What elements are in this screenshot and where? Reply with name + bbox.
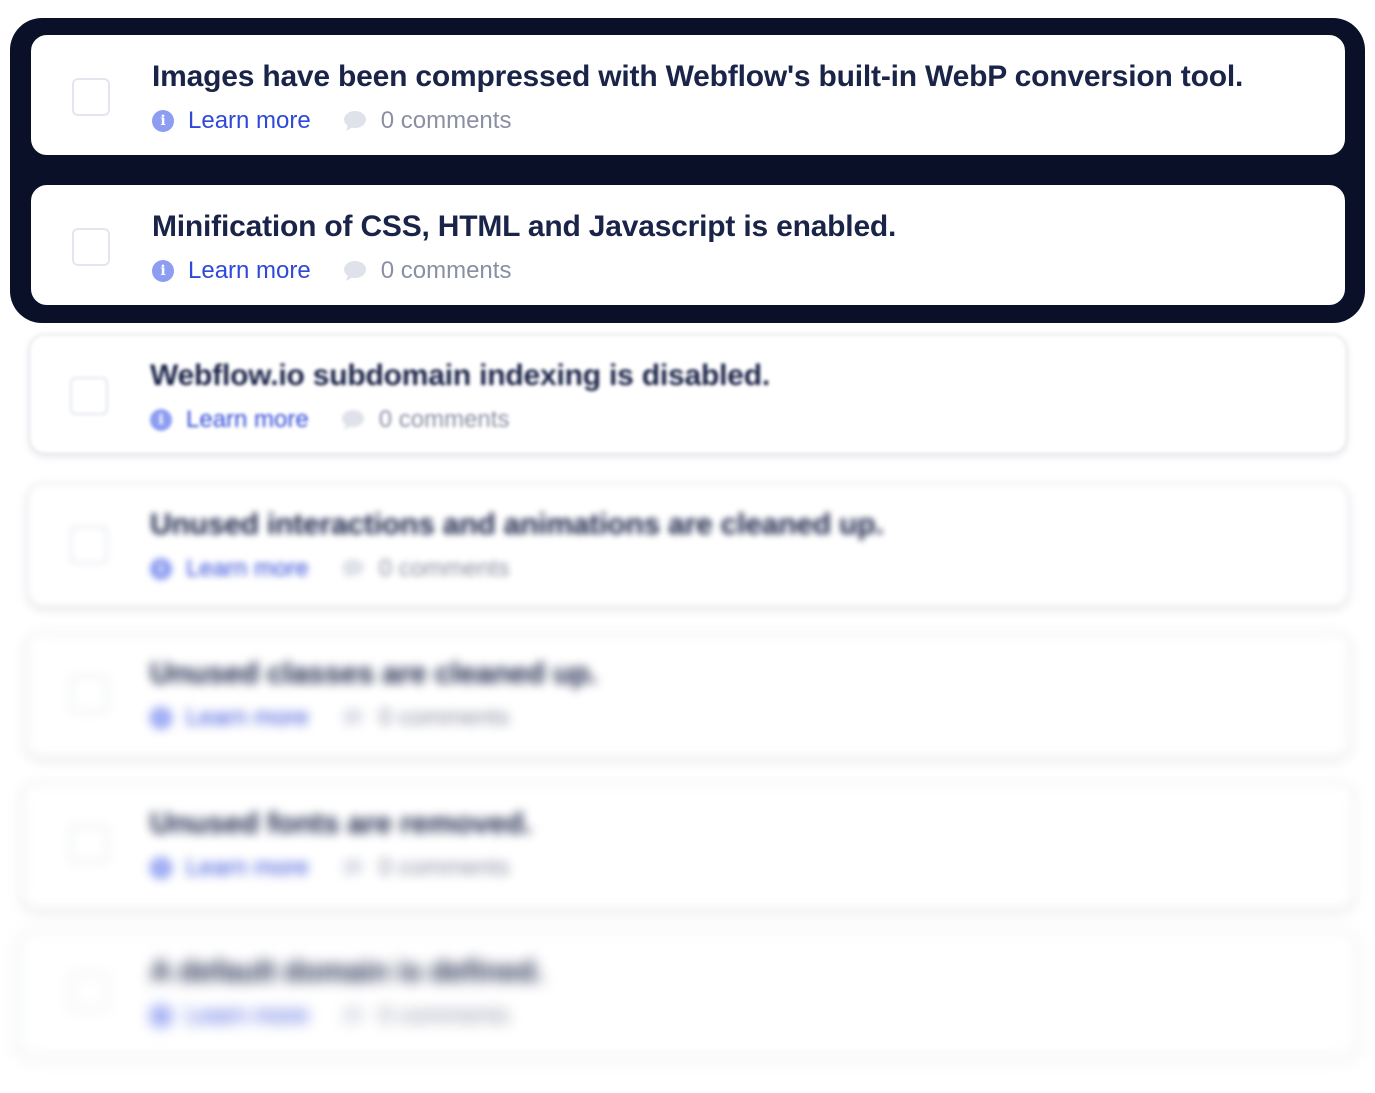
- item-title: Unused fonts are removed.: [150, 807, 532, 840]
- comment-bubble-icon[interactable]: [343, 110, 367, 132]
- comments-count[interactable]: 0 comments: [379, 1002, 510, 1030]
- info-icon: i: [150, 558, 172, 580]
- learn-more-link[interactable]: Learn more: [188, 107, 311, 135]
- item-meta: i Learn more 0 comments: [150, 554, 509, 584]
- learn-more-link[interactable]: Learn more: [186, 704, 309, 732]
- comment-bubble-icon[interactable]: [341, 558, 365, 580]
- info-icon: i: [152, 110, 174, 132]
- item-title: Webflow.io subdomain indexing is disable…: [150, 359, 770, 392]
- checklist-item: Webflow.io subdomain indexing is disable…: [29, 334, 1347, 454]
- learn-more-link[interactable]: Learn more: [186, 555, 309, 583]
- comment-bubble-icon[interactable]: [341, 1005, 365, 1027]
- checklist-item: Minification of CSS, HTML and Javascript…: [31, 185, 1345, 305]
- comment-bubble-icon[interactable]: [341, 409, 365, 431]
- item-title: Unused classes are cleaned up.: [150, 657, 598, 690]
- learn-more-link[interactable]: Learn more: [188, 257, 311, 285]
- comments-count[interactable]: 0 comments: [381, 107, 512, 135]
- checklist-item: Images have been compressed with Webflow…: [31, 35, 1345, 155]
- comments-count[interactable]: 0 comments: [379, 704, 510, 732]
- checklist-item: Unused interactions and animations are c…: [27, 483, 1349, 607]
- info-icon: i: [150, 707, 172, 729]
- checklist-item: Unused classes are cleaned up. i Learn m…: [25, 632, 1351, 758]
- comment-bubble-icon[interactable]: [343, 260, 367, 282]
- item-meta: i Learn more 0 comments: [150, 853, 509, 883]
- bottom-fade: [0, 1050, 1375, 1093]
- info-icon: i: [150, 857, 172, 879]
- checkbox-icon[interactable]: [70, 675, 108, 713]
- item-meta: i Learn more 0 comments: [152, 256, 511, 286]
- checkbox-icon[interactable]: [70, 526, 108, 564]
- comment-bubble-icon[interactable]: [341, 857, 365, 879]
- learn-more-link[interactable]: Learn more: [186, 1002, 309, 1030]
- item-title: Minification of CSS, HTML and Javascript…: [152, 210, 897, 243]
- info-icon: i: [150, 409, 172, 431]
- checkbox-icon[interactable]: [70, 825, 108, 863]
- comments-count[interactable]: 0 comments: [379, 555, 510, 583]
- item-meta: i Learn more 0 comments: [150, 703, 509, 733]
- comments-count[interactable]: 0 comments: [381, 257, 512, 285]
- checkbox-icon[interactable]: [72, 78, 110, 116]
- checkbox-icon[interactable]: [70, 377, 108, 415]
- checklist-stage: Images have been compressed with Webflow…: [0, 0, 1375, 1093]
- comments-count[interactable]: 0 comments: [379, 854, 510, 882]
- learn-more-link[interactable]: Learn more: [186, 406, 309, 434]
- item-title: Unused interactions and animations are c…: [150, 508, 884, 541]
- item-title: Images have been compressed with Webflow…: [152, 60, 1244, 93]
- comments-count[interactable]: 0 comments: [379, 406, 510, 434]
- checklist-item: A default domain is defined. i Learn mor…: [18, 930, 1358, 1060]
- info-icon: i: [152, 260, 174, 282]
- item-meta: i Learn more 0 comments: [152, 106, 511, 136]
- checkbox-icon[interactable]: [72, 228, 110, 266]
- item-meta: i Learn more 0 comments: [150, 405, 509, 435]
- checkbox-icon[interactable]: [70, 973, 108, 1011]
- checklist-item: Unused fonts are removed. i Learn more 0…: [21, 782, 1355, 910]
- learn-more-link[interactable]: Learn more: [186, 854, 309, 882]
- info-icon: i: [150, 1005, 172, 1027]
- item-meta: i Learn more 0 comments: [150, 1001, 509, 1031]
- item-title: A default domain is defined.: [150, 955, 544, 988]
- comment-bubble-icon[interactable]: [341, 707, 365, 729]
